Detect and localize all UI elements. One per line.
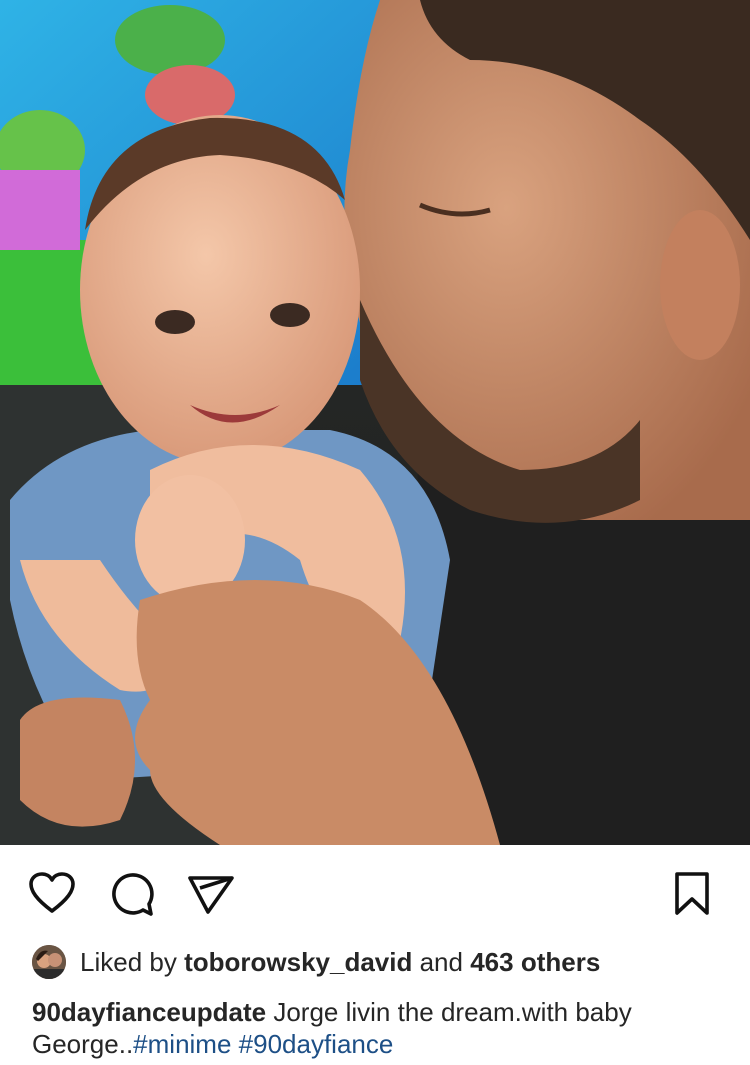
bookmark-icon[interactable] <box>672 871 712 917</box>
liked-by-label: Liked by <box>80 946 177 977</box>
liked-others-count[interactable]: 463 others <box>470 947 600 978</box>
action-bar <box>0 845 750 943</box>
liked-conjunction: and <box>419 946 463 977</box>
post-photo[interactable] <box>0 0 750 845</box>
post-caption: 90dayfianceupdate Jorge livin the dream.… <box>32 996 722 1060</box>
caption-username[interactable]: 90dayfianceupdate <box>32 997 266 1027</box>
likes-summary[interactable]: Liked by toborowsky_david and 463 others <box>32 942 722 982</box>
send-icon[interactable] <box>186 872 236 916</box>
heart-icon[interactable] <box>28 871 76 915</box>
hashtag-link[interactable]: #minime <box>133 1029 231 1059</box>
liked-by-username[interactable]: toborowsky_david <box>184 947 412 978</box>
avatar[interactable] <box>32 945 66 979</box>
hashtag-link[interactable]: #90dayfiance <box>239 1029 394 1059</box>
comment-icon[interactable] <box>109 872 155 916</box>
